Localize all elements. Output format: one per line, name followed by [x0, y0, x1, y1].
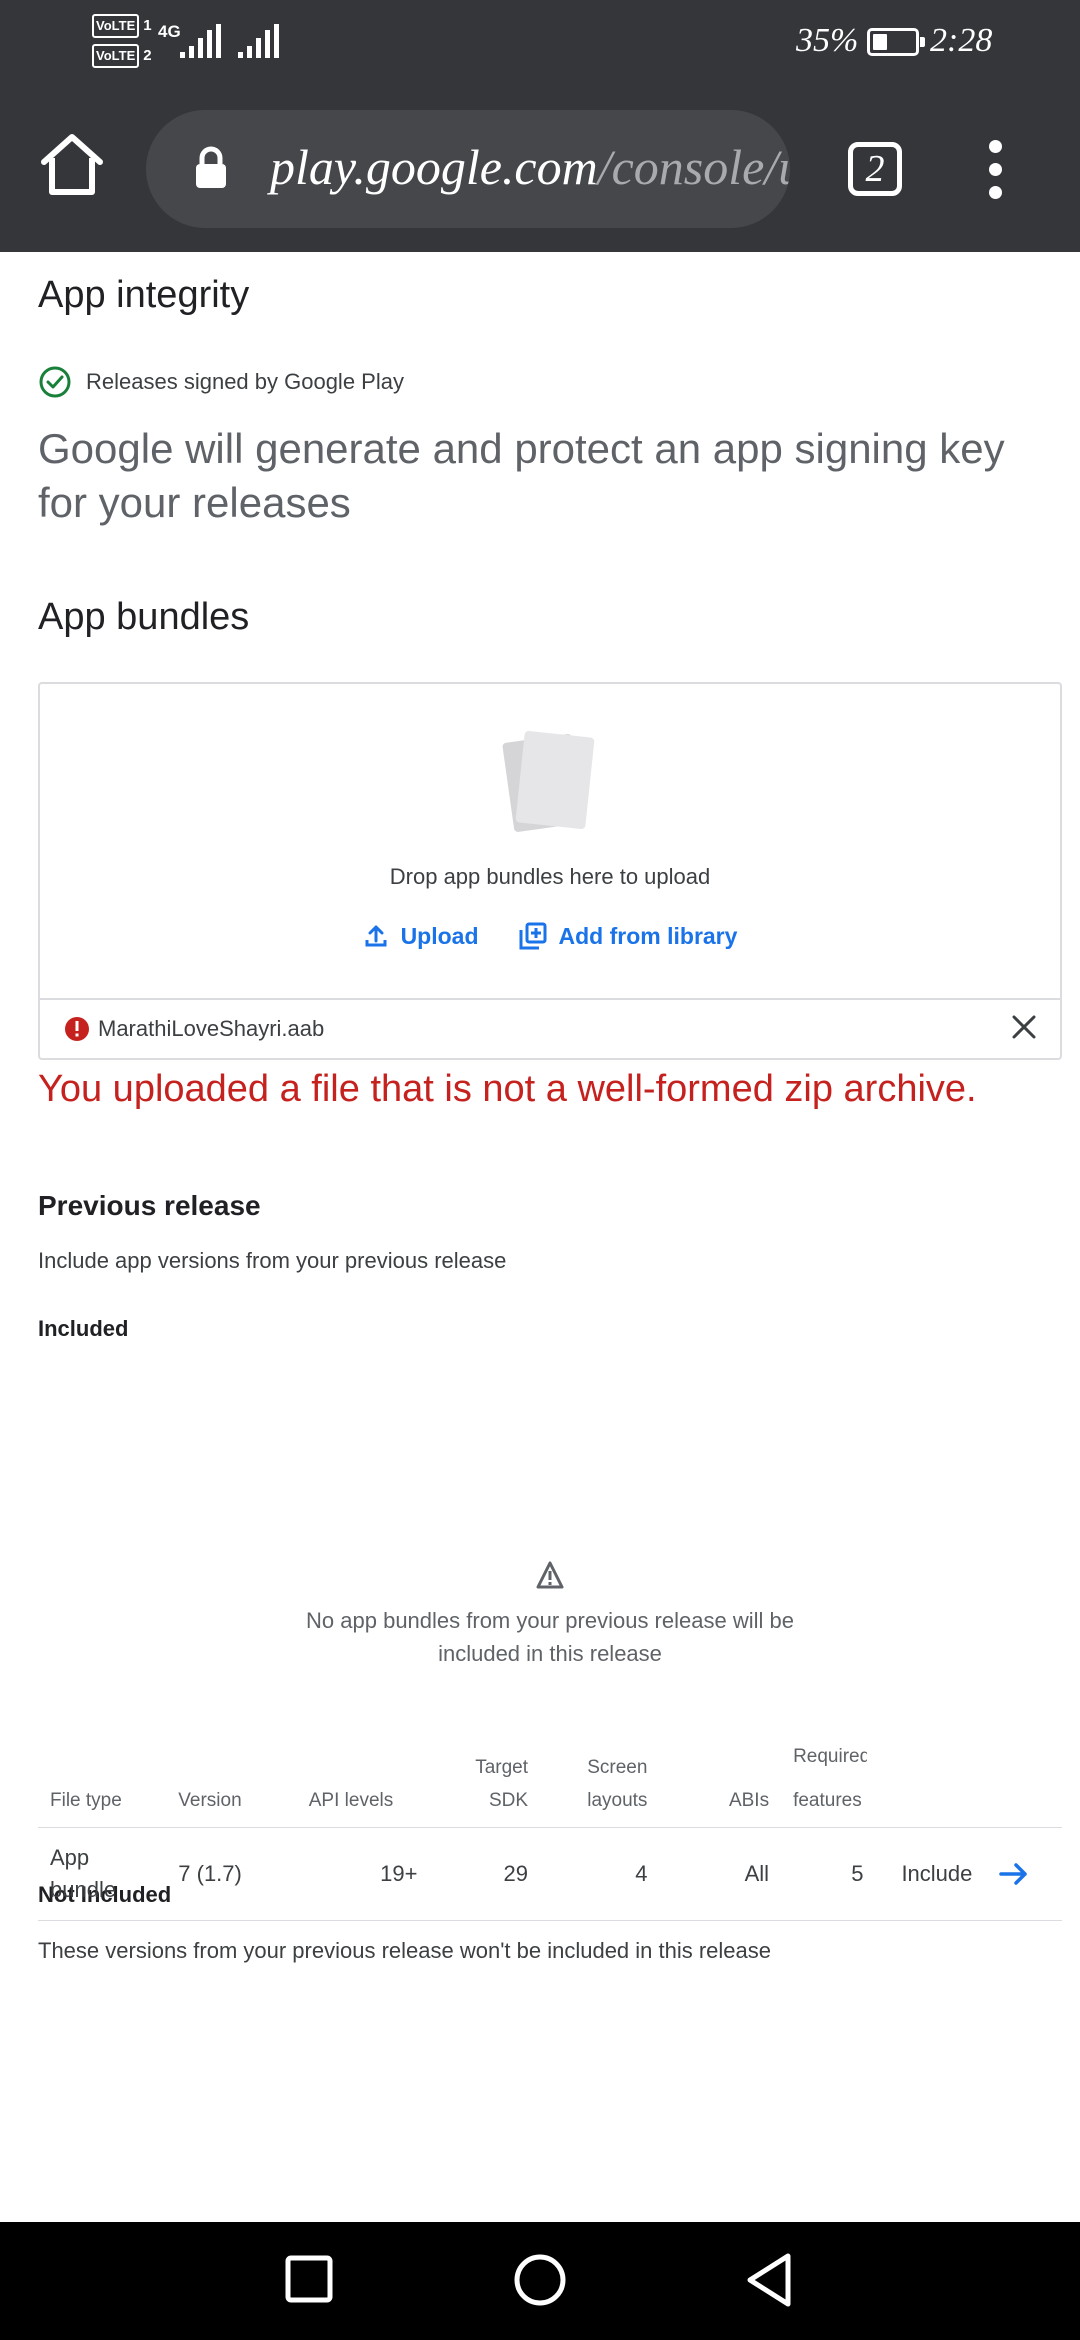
check-circle-icon — [39, 366, 71, 398]
home-button[interactable] — [38, 132, 106, 196]
add-from-library-label: Add from library — [558, 922, 738, 949]
url-text: play.google.com/console/u — [270, 138, 790, 196]
battery-percent: 35% — [796, 22, 859, 59]
file-name: MarathiLoveShayri.aab — [98, 1016, 325, 1041]
bundle-dropzone[interactable]: Drop app bundles here to upload Upload A… — [38, 682, 1062, 1000]
signed-label: Releases signed by Google Play — [86, 369, 404, 394]
url-domain: play.google.com — [270, 139, 598, 195]
table-header-row: File type Version API levels Target SDK S… — [38, 1740, 1062, 1828]
header-target-sdk-line-1: Target — [475, 1757, 529, 1778]
more-vert-icon[interactable] — [982, 140, 1008, 200]
cell-abis: All — [659, 1827, 782, 1921]
upload-error-message: You uploaded a file that is not a well-f… — [38, 1068, 977, 1110]
cell-screen-layouts: 4 — [540, 1827, 660, 1921]
app-bundles-title: App bundles — [38, 596, 250, 638]
address-bar[interactable]: play.google.com/console/u — [146, 110, 790, 228]
sim2-slot: 2 — [143, 47, 152, 64]
table-row: App bundle 7 (1.7) 19+ 29 4 All 5 Include — [38, 1827, 1062, 1921]
sim2-volte-badge: VoLTE — [92, 44, 140, 68]
header-required-features-line-1: Required — [793, 1746, 868, 1767]
close-icon[interactable] — [1010, 1013, 1038, 1041]
signal-strength-2-icon — [238, 24, 279, 58]
app-integrity-title: App integrity — [38, 274, 250, 316]
uploaded-file-row: MarathiLoveShayri.aab — [38, 998, 1062, 1060]
header-screen-layouts-line-1: Screen — [587, 1757, 648, 1778]
cell-action: Include — [889, 1827, 1062, 1921]
home-circle-icon[interactable] — [512, 2252, 568, 2308]
signal-strength-icon — [180, 24, 221, 58]
header-action — [889, 1740, 1062, 1828]
header-required-features-line-2: features — [793, 1790, 862, 1811]
header-screen-layouts: Screen layouts — [540, 1740, 660, 1828]
header-version: Version — [166, 1740, 297, 1828]
header-required-features: Required features — [781, 1740, 890, 1828]
arrow-forward-icon[interactable] — [999, 1862, 1029, 1886]
add-from-library-button[interactable]: Add from library — [519, 922, 738, 950]
sim1-volte-badge: VoLTE — [92, 14, 140, 38]
header-abis: ABIs — [659, 1740, 782, 1828]
status-time: 2:28 — [930, 22, 993, 59]
cell-file-type-line-1: App — [50, 1845, 90, 1870]
empty-state-message: No app bundles from your previous releas… — [0, 1604, 1080, 1670]
tab-count: 2 — [865, 148, 885, 190]
cell-required-features: 5 — [781, 1827, 890, 1921]
home-icon — [41, 134, 103, 195]
network-type: 4G — [158, 22, 181, 41]
browser-chrome: VoLTE 1 VoLTE 2 4G 35% 2:28 play.google.co… — [0, 0, 1080, 252]
include-button[interactable]: Include — [901, 1858, 1050, 1890]
app-signing-description: Google will generate and protect an app … — [38, 425, 1005, 526]
battery-icon — [867, 28, 925, 56]
cell-target-sdk: 29 — [429, 1827, 541, 1921]
header-file-type: File type — [38, 1740, 167, 1828]
previous-release-description: Include app versions from your previous … — [38, 1248, 507, 1273]
tabs-button[interactable]: 2 — [848, 142, 902, 196]
upload-actions: Upload Add from library — [40, 922, 1060, 950]
recents-square-icon[interactable] — [284, 2252, 334, 2306]
system-nav-bar — [0, 2222, 1080, 2340]
lock-icon — [196, 146, 226, 188]
url-path: /console/u — [597, 139, 790, 195]
versions-table: File type Version API levels Target SDK S… — [38, 1740, 1062, 1921]
previous-release-title: Previous release — [38, 1190, 261, 1221]
drop-text: Drop app bundles here to upload — [389, 864, 711, 889]
signed-status: Releases signed by Google Play — [38, 365, 404, 399]
upload-button[interactable]: Upload — [363, 922, 479, 950]
library-add-icon — [519, 922, 547, 950]
header-target-sdk-line-2: SDK — [488, 1790, 529, 1811]
warning-flask-icon — [536, 1561, 564, 1589]
back-triangle-icon[interactable] — [744, 2252, 794, 2308]
document-stack-icon — [502, 730, 595, 832]
included-label: Included — [38, 1316, 129, 1341]
sim1-slot: 1 — [143, 17, 152, 34]
upload-icon — [365, 925, 387, 947]
header-target-sdk: Target SDK — [429, 1740, 541, 1828]
not-included-description: These versions from your previous releas… — [38, 1938, 772, 1963]
error-icon — [65, 1017, 89, 1041]
sim-indicators: VoLTE 1 VoLTE 2 — [92, 14, 152, 68]
empty-state-line-1: No app bundles from your previous releas… — [306, 1608, 794, 1633]
status-bar: VoLTE 1 VoLTE 2 4G 35% 2:28 — [0, 0, 1080, 90]
upload-label: Upload — [400, 922, 479, 949]
header-api-levels: API levels — [296, 1740, 430, 1828]
include-label: Include — [901, 1861, 973, 1886]
cell-file-type: App bundle — [38, 1827, 167, 1921]
header-screen-layouts-line-2: layouts — [587, 1790, 648, 1811]
empty-state-line-2: included in this release — [438, 1641, 662, 1666]
cell-file-type-line-2: bundle — [50, 1877, 117, 1902]
cell-version: 7 (1.7) — [166, 1827, 297, 1921]
cell-api-levels: 19+ — [296, 1827, 430, 1921]
